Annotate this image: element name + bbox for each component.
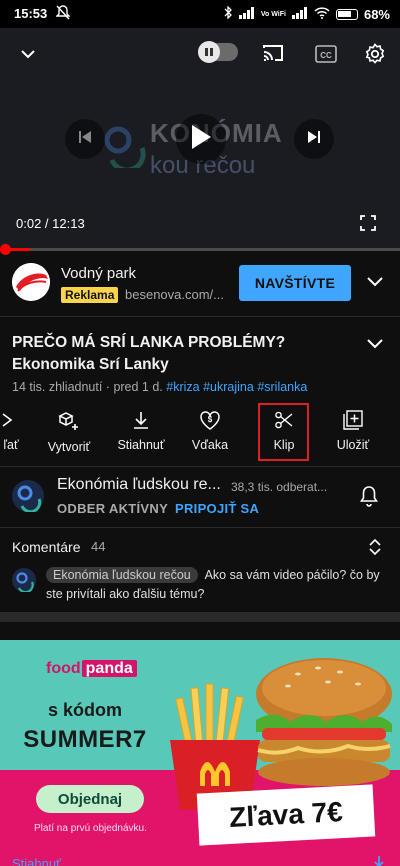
progress-track[interactable] — [0, 248, 400, 251]
fullscreen-icon[interactable] — [360, 215, 376, 236]
status-icons: Vo WiFi 68% — [224, 5, 390, 22]
video-player[interactable]: KONÓMIA kou rečou CC 0:02 / 12:13 — [0, 28, 400, 250]
thanks-label: Vďaka — [191, 438, 229, 452]
download-arrow-icon[interactable] — [372, 856, 386, 866]
expand-collapse-icon[interactable] — [368, 538, 382, 561]
status-time: 15:53 — [14, 6, 48, 21]
download-link[interactable]: Stiahnuť — [12, 856, 61, 866]
svg-text:CC: CC — [320, 51, 332, 60]
banner-ad[interactable]: food panda s kódom SUMMER7 Objednaj Platí… — [0, 640, 400, 866]
progress-scrubber[interactable] — [0, 244, 11, 255]
comment-avatar — [12, 568, 36, 594]
clip-label: Klip — [273, 438, 295, 452]
divider — [0, 316, 400, 317]
view-count-date: 14 tis. zhliadnutí · pred 1 d. — [12, 380, 163, 394]
video-title[interactable]: PREČO MÁ SRÍ LANKA PROBLÉMY? Ekonomika S… — [12, 332, 352, 376]
description-expand-icon[interactable] — [366, 337, 384, 355]
scissors-icon — [274, 405, 294, 438]
promo-fine-print: Platí na prvú objednávku. — [34, 823, 147, 834]
create-label: Vytvoriť — [47, 440, 91, 454]
ad-badge: Reklama — [61, 287, 119, 303]
ad-domain: besenova.com/... — [125, 287, 224, 302]
hashtag[interactable]: #srilanka — [257, 380, 307, 394]
promo-line1: s kódom — [47, 700, 122, 720]
order-button[interactable]: Objednaj — [36, 785, 144, 813]
mute-icon — [55, 5, 71, 23]
promo-code: SUMMER7 — [23, 726, 147, 753]
comment-author-chip: Ekonómia ľudskou rečou — [46, 567, 198, 583]
status-bar: 15:53 Vo WiFi 68% — [0, 0, 400, 28]
subscription-status[interactable]: ODBER AKTÍVNY — [57, 501, 168, 516]
hashtag[interactable]: #ukrajina — [203, 380, 254, 394]
subscriber-count: 38,3 tis. odberat... — [231, 480, 328, 494]
section-divider — [0, 612, 400, 622]
ad-expand-chevron-icon[interactable] — [366, 275, 384, 293]
divider — [0, 466, 400, 467]
create-button[interactable]: Vytvoriť — [40, 405, 98, 461]
brand-part-a: food — [46, 660, 81, 677]
time-label: 0:02 / 12:13 — [16, 216, 85, 231]
hashtag[interactable]: #kriza — [166, 380, 199, 394]
channel-avatar[interactable] — [12, 480, 44, 514]
previous-button[interactable] — [65, 119, 105, 159]
share-icon — [1, 405, 21, 438]
share-label: ľať — [3, 438, 19, 452]
autoplay-toggle[interactable] — [198, 41, 238, 63]
comments-count: 44 — [91, 539, 106, 554]
ad-logo — [12, 263, 50, 301]
chevron-down-icon[interactable] — [18, 44, 38, 69]
next-icon — [307, 130, 321, 149]
next-button[interactable] — [294, 119, 334, 159]
video-meta: 14 tis. zhliadnutí · pred 1 d. #kriza #u… — [12, 380, 307, 394]
bluetooth-icon — [224, 5, 233, 22]
discount-badge: Zľava 7€ — [196, 784, 376, 846]
svg-text:$: $ — [208, 415, 213, 424]
wifi-icon — [314, 6, 330, 22]
comments-section[interactable]: Komentáre 44 Ekonómia ľudskou rečou Ako … — [0, 528, 400, 612]
pause-icon — [198, 41, 220, 63]
play-icon — [190, 124, 212, 155]
previous-icon — [78, 130, 92, 149]
create-icon — [58, 405, 80, 440]
comment-text: Ekonómia ľudskou rečou Ako sa vám video … — [46, 566, 386, 604]
vowifi-label: Vo WiFi — [260, 10, 286, 18]
visit-button[interactable]: NAVŠTÍVTE — [239, 265, 351, 301]
thanks-button[interactable]: $ Vďaka — [184, 405, 236, 461]
thanks-icon: $ — [199, 405, 221, 438]
share-button[interactable]: ľať — [0, 405, 26, 461]
foodpanda-logo: food panda — [46, 660, 137, 678]
ad-title: Vodný park — [61, 265, 137, 282]
battery-percent: 68% — [363, 6, 390, 22]
signal-icon — [238, 6, 255, 22]
comments-title: Komentáre — [12, 539, 81, 555]
brand-part-b: panda — [81, 660, 137, 677]
battery-icon — [335, 8, 358, 20]
bell-icon[interactable] — [359, 485, 379, 512]
burger-image — [256, 658, 392, 786]
save-label: Uložiť — [336, 438, 370, 452]
channel-name[interactable]: Ekonómia ľudskou re... — [57, 476, 221, 494]
settings-icon[interactable] — [364, 43, 386, 70]
save-button[interactable]: Uložiť — [330, 405, 376, 461]
cc-icon[interactable]: CC — [315, 45, 337, 68]
play-button[interactable] — [176, 114, 226, 164]
signal-icon-2 — [291, 6, 308, 22]
cast-icon[interactable] — [262, 43, 284, 68]
ad-row[interactable]: Vodný park Reklama besenova.com/... NAVŠ… — [0, 255, 400, 315]
download-button[interactable]: Stiahnuť — [110, 405, 172, 461]
save-icon — [343, 405, 363, 438]
download-label: Stiahnuť — [117, 438, 165, 452]
download-icon — [131, 405, 151, 438]
clip-button[interactable]: Klip — [260, 405, 308, 461]
join-button[interactable]: PRIPOJIŤ SA — [175, 501, 259, 516]
